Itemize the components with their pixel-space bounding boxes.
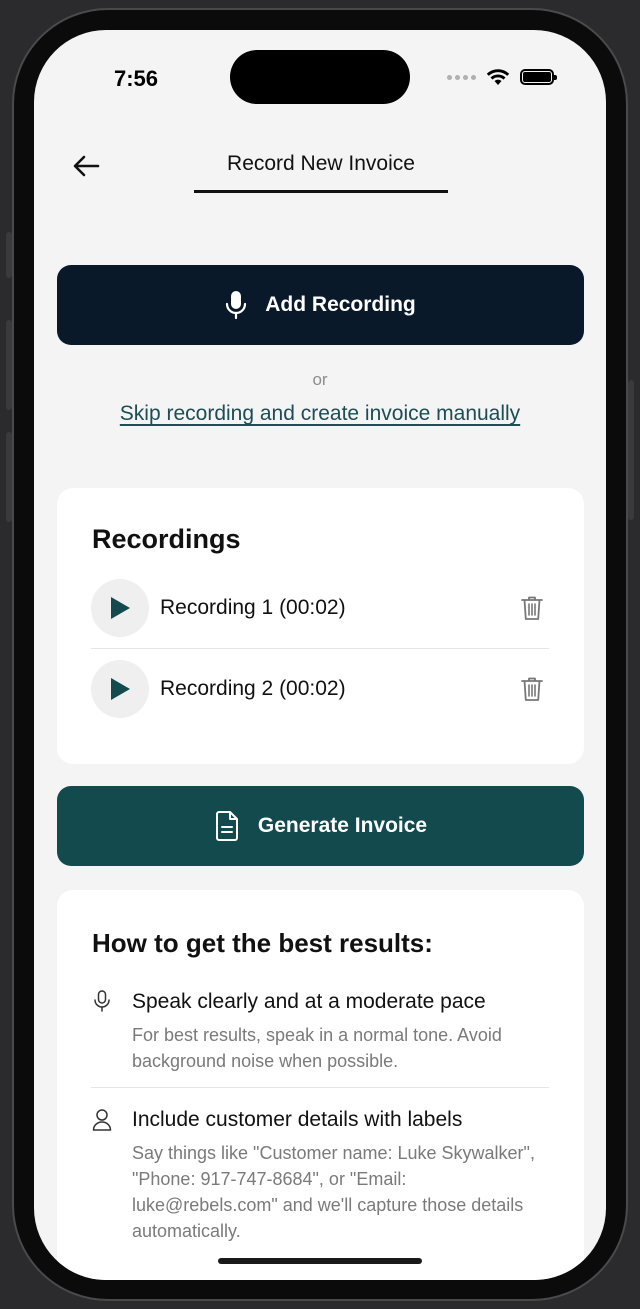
tip-body: For best results, speak in a normal tone…	[132, 1025, 502, 1071]
page-title: Record New Invoice	[227, 152, 415, 175]
recording-label: Recording 1 (00:02)	[160, 596, 346, 619]
wifi-icon	[486, 69, 510, 85]
trash-icon	[521, 596, 543, 620]
battery-icon	[520, 69, 557, 85]
play-icon	[111, 597, 130, 619]
status-time: 7:56	[114, 66, 159, 91]
recording-label: Recording 2 (00:02)	[160, 677, 346, 700]
tip-item: Speak clearly and at a moderate pace For…	[92, 988, 550, 1074]
tip-heading: Include customer details with labels	[132, 1108, 463, 1131]
volume-up-button	[6, 320, 12, 410]
tips-title: How to get the best results:	[92, 928, 433, 958]
generate-invoice-button[interactable]: Generate Invoice	[57, 786, 584, 866]
add-recording-label: Add Recording	[265, 293, 416, 316]
app-screen: 7:56 Record New Invoice Add Recording or…	[34, 30, 606, 1280]
tip-item: Include customer details with labels Say…	[92, 1106, 550, 1244]
tip-body: Say things like "Customer name: Luke Sky…	[132, 1143, 535, 1241]
recordings-card: Recordings Recording 1 (00:02) Recording…	[57, 488, 584, 764]
recording-row: Recording 1 (00:02)	[91, 568, 549, 648]
volume-down-button	[6, 432, 12, 522]
generate-invoice-label: Generate Invoice	[257, 814, 428, 837]
recording-row: Recording 2 (00:02)	[91, 649, 549, 729]
home-indicator[interactable]	[218, 1258, 422, 1264]
cellular-signal-icon	[447, 74, 476, 80]
microphone-icon	[94, 990, 110, 1012]
or-separator: or	[312, 370, 328, 389]
play-button[interactable]	[91, 660, 149, 718]
trash-icon	[521, 677, 543, 701]
delete-recording-button[interactable]	[515, 591, 549, 625]
delete-recording-button[interactable]	[515, 672, 549, 706]
mute-switch	[6, 232, 12, 278]
play-icon	[111, 678, 130, 700]
recordings-title: Recordings	[92, 524, 241, 554]
status-indicators	[447, 68, 557, 86]
microphone-icon	[226, 291, 247, 320]
power-button	[628, 380, 634, 520]
back-button[interactable]	[70, 150, 102, 182]
document-icon	[215, 811, 238, 841]
tips-card: How to get the best results: Speak clear…	[57, 890, 584, 1280]
top-bar: Record New Invoice	[34, 134, 606, 194]
skip-recording-link[interactable]: Skip recording and create invoice manual…	[34, 402, 606, 426]
arrow-left-icon	[73, 155, 100, 177]
tip-heading: Speak clearly and at a moderate pace	[132, 990, 486, 1013]
title-underline	[194, 190, 448, 193]
tip-divider	[91, 1087, 549, 1088]
add-recording-button[interactable]: Add Recording	[57, 265, 584, 345]
dynamic-island	[230, 50, 410, 104]
person-icon	[92, 1109, 112, 1131]
play-button[interactable]	[91, 579, 149, 637]
